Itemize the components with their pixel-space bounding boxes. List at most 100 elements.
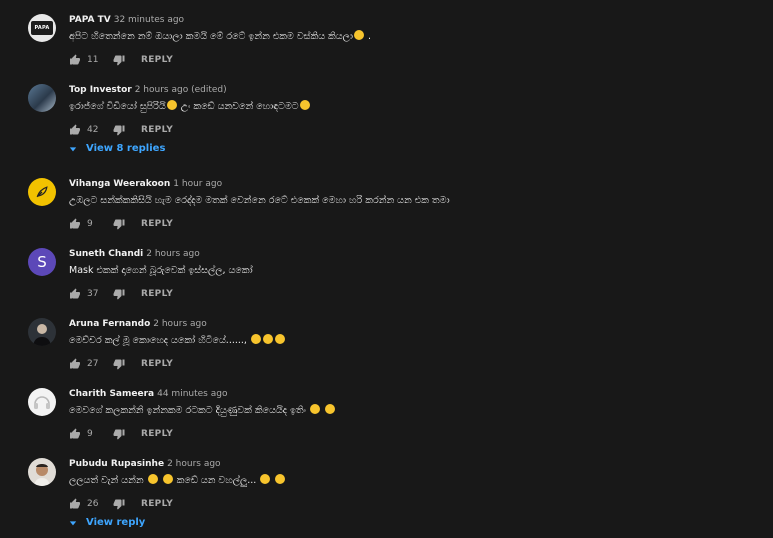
laugh-emoji-icon: [299, 100, 310, 110]
like-count: 26: [87, 499, 99, 509]
laugh-emoji-icon: [310, 404, 321, 414]
view-reply-label: View reply: [86, 517, 146, 528]
comment-header: Top Investor 2 hours ago (edited): [69, 84, 227, 96]
view-replies-label: View 8 replies: [86, 143, 166, 154]
comment-time[interactable]: 2 hours ago: [146, 249, 200, 259]
laugh-emoji-icon: [275, 474, 286, 484]
comment-time[interactable]: 2 hours ago: [153, 319, 207, 329]
comment-time[interactable]: 1 hour ago: [173, 179, 222, 189]
laugh-emoji-icon: [166, 100, 177, 110]
comment-time[interactable]: 2 hours ago: [167, 459, 221, 469]
avatar-logo: PAPA: [31, 21, 53, 35]
author-name[interactable]: Pubudu Rupasinhe: [69, 459, 164, 469]
author-name[interactable]: PAPA TV: [69, 15, 111, 25]
thumb-up-icon[interactable]: [69, 498, 81, 510]
caret-down-icon: [69, 146, 77, 151]
comment-header: PAPA TV 32 minutes ago: [69, 14, 184, 26]
comment-text-body: ලලයත් වැන් යන්න: [69, 475, 144, 486]
comment-header: Charith Sameera 44 minutes ago: [69, 388, 227, 400]
comment-header: Pubudu Rupasinhe 2 hours ago: [69, 458, 221, 470]
like-count: 9: [87, 429, 93, 439]
thumb-up-icon[interactable]: [69, 428, 81, 440]
comment-header: Aruna Fernando 2 hours ago: [69, 318, 207, 330]
thumb-down-icon[interactable]: [113, 288, 125, 300]
comment-text: Mask එකක් දාගෙන් බූරුවෙක් ඉස්සල්ල, යකෝ: [69, 265, 253, 276]
comment-text: උඹලට සන්ක්කකිසියි හැම රෙද්දම මතක් වෙන්නෙ…: [69, 195, 450, 206]
thinking-emoji-icon: [274, 334, 285, 344]
comment-toolbar: 42 REPLY: [69, 123, 173, 137]
thumb-down-icon[interactable]: [113, 124, 125, 136]
thumb-down-icon[interactable]: [113, 218, 125, 230]
like-count: 27: [87, 359, 99, 369]
comment-text-mid: කඩේ යන වහල්ලු...: [173, 475, 257, 486]
comment-text: ඉරාජ්ගේ විඩියෝ සුපිරියි උං කඩේ යනවනේ හොඳ…: [69, 100, 311, 114]
comment-text-body: මෙච්චර කල් මූ කොහෙද යකෝ හිටියේ......,: [69, 335, 247, 346]
like-count: 9: [87, 219, 93, 229]
comment-text: ලලයත් වැන් යන්න කඩේ යන වහල්ලු...: [69, 474, 286, 488]
comment-toolbar: 26 REPLY: [69, 497, 173, 511]
comment-text-body: අපිට හිතෙන්නෙ නම් ඔයාලා කමයි මේ රටේ ඉන්න…: [69, 31, 353, 42]
thumb-down-icon[interactable]: [113, 498, 125, 510]
headphones-icon: [34, 396, 50, 409]
avatar-initial: S: [37, 253, 47, 271]
reply-button[interactable]: REPLY: [141, 219, 173, 229]
reply-button[interactable]: REPLY: [141, 429, 173, 439]
avatar[interactable]: S: [28, 248, 56, 276]
person-photo-icon: [34, 464, 50, 486]
leaf-icon: [36, 186, 48, 198]
avatar[interactable]: PAPA: [28, 14, 56, 42]
comment-time[interactable]: 2 hours ago (edited): [135, 85, 227, 95]
laugh-emoji-icon: [162, 474, 173, 484]
author-name[interactable]: Vihanga Weerakoon: [69, 179, 170, 189]
comment-header: Vihanga Weerakoon 1 hour ago: [69, 178, 222, 190]
laugh-emoji-icon: [325, 404, 336, 414]
thumb-down-icon[interactable]: [113, 428, 125, 440]
grimace-emoji-icon: [262, 334, 273, 344]
like-count: 11: [87, 55, 99, 65]
avatar[interactable]: [28, 388, 56, 416]
author-name[interactable]: Top Investor: [69, 85, 132, 95]
thumb-up-icon[interactable]: [69, 358, 81, 370]
thumb-up-icon[interactable]: [69, 218, 81, 230]
reply-button[interactable]: REPLY: [141, 499, 173, 509]
comment-text-body: ඉරාජ්ගේ විඩියෝ සුපිරියි: [69, 101, 166, 112]
comment-text-mid: උං කඩේ යනවනේ හොඳටමට: [177, 101, 299, 112]
comment-toolbar: 37 REPLY: [69, 287, 173, 301]
thumb-down-icon[interactable]: [113, 54, 125, 66]
reply-button[interactable]: REPLY: [141, 289, 173, 299]
laugh-emoji-icon: [260, 474, 271, 484]
comment-time[interactable]: 44 minutes ago: [157, 389, 227, 399]
smile-emoji-icon: [353, 30, 364, 40]
comment-toolbar: 27 REPLY: [69, 357, 173, 371]
reply-button[interactable]: REPLY: [141, 359, 173, 369]
comment-toolbar: 9 REPLY: [69, 427, 173, 441]
comment-text: මෙවගේ කලකන්නි ඉන්නකම රටකට දියුණුවක් කියෙ…: [69, 404, 336, 418]
thumb-up-icon[interactable]: [69, 54, 81, 66]
avatar[interactable]: [28, 178, 56, 206]
reply-button[interactable]: REPLY: [141, 125, 173, 135]
avatar[interactable]: [28, 458, 56, 486]
thumb-up-icon[interactable]: [69, 124, 81, 136]
author-name[interactable]: Aruna Fernando: [69, 319, 150, 329]
like-count: 42: [87, 125, 99, 135]
caret-down-icon: [69, 520, 77, 525]
comment-text: අපිට හිතෙන්නෙ නම් ඔයාලා කමයි මේ රටේ ඉන්න…: [69, 30, 371, 44]
avatar[interactable]: [28, 84, 56, 112]
author-name[interactable]: Charith Sameera: [69, 389, 154, 399]
person-photo-icon: [33, 324, 51, 346]
comment-toolbar: 9 REPLY: [69, 217, 173, 231]
comment-time[interactable]: 32 minutes ago: [114, 15, 184, 25]
view-reply-button[interactable]: View reply: [69, 517, 145, 528]
thumb-down-icon[interactable]: [113, 358, 125, 370]
surprised-emoji-icon: [250, 334, 261, 344]
view-replies-button[interactable]: View 8 replies: [69, 143, 165, 154]
thumb-up-icon[interactable]: [69, 288, 81, 300]
comment-text: මෙච්චර කල් මූ කොහෙද යකෝ හිටියේ......,: [69, 334, 286, 348]
reply-button[interactable]: REPLY: [141, 55, 173, 65]
comment-toolbar: 11 REPLY: [69, 53, 173, 67]
avatar[interactable]: [28, 318, 56, 346]
comment-header: Suneth Chandi 2 hours ago: [69, 248, 200, 260]
laugh-emoji-icon: [147, 474, 158, 484]
comment-text-body: මෙවගේ කලකන්නි ඉන්නකම රටකට දියුණුවක් කියෙ…: [69, 405, 307, 416]
author-name[interactable]: Suneth Chandi: [69, 249, 143, 259]
